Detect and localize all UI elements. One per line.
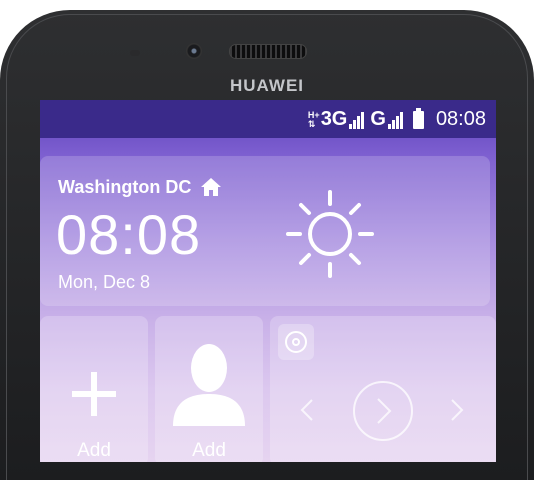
battery-icon xyxy=(412,107,424,129)
mobile-network-2: G xyxy=(370,108,403,131)
add-contact-label: Add xyxy=(192,440,226,461)
signal-icon-2 xyxy=(387,111,403,129)
signal-icon-1 xyxy=(349,111,365,129)
add-shortcut-tile[interactable]: Add xyxy=(40,316,148,462)
weather-location[interactable]: Washington DC xyxy=(58,176,223,198)
home-icon xyxy=(201,178,222,196)
next-icon[interactable] xyxy=(450,398,464,422)
status-bar: H+ ⇅ 3G G 08:08 xyxy=(40,100,496,138)
status-clock: 08:08 xyxy=(435,108,486,130)
music-icon[interactable] xyxy=(278,324,314,360)
earpiece-speaker xyxy=(229,44,307,59)
phone-screen: H+ ⇅ 3G G 08:08 Washington DC 08:08 Mon,… xyxy=(40,100,496,462)
weather-clock-widget[interactable]: Washington DC 08:08 Mon, Dec 8 xyxy=(40,156,490,306)
widget-clock[interactable]: 08:08 xyxy=(56,202,201,267)
front-camera xyxy=(186,43,202,59)
contact-icon xyxy=(173,344,245,426)
add-contact-tile[interactable]: Add xyxy=(155,316,263,462)
play-icon[interactable] xyxy=(352,380,414,442)
sun-icon[interactable] xyxy=(280,184,380,284)
previous-icon[interactable] xyxy=(300,398,314,422)
plus-icon xyxy=(72,372,116,416)
proximity-sensor xyxy=(130,50,140,56)
music-widget[interactable] xyxy=(270,316,496,462)
brand-logo: HUAWEI xyxy=(230,76,304,95)
widget-date: Mon, Dec 8 xyxy=(58,272,151,292)
status-indicators: H+ ⇅ 3G G 08:08 xyxy=(307,107,486,131)
mobile-network-1: H+ ⇅ 3G xyxy=(307,108,365,131)
add-shortcut-label: Add xyxy=(77,440,111,461)
network-type-indicator: H+ ⇅ xyxy=(307,109,320,129)
